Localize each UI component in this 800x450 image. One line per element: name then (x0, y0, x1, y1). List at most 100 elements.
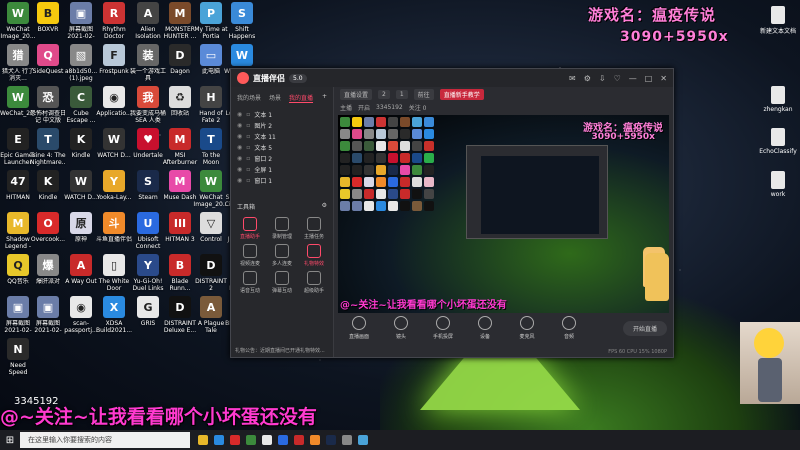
tool-button[interactable]: 超级助手 (299, 271, 329, 294)
desktop-icon[interactable]: ◉ scan-passportj... (63, 296, 99, 334)
desktop-icon[interactable]: Y Yu-Gi-Oh! Duel Links (130, 254, 166, 292)
taskbar-app-icon[interactable] (310, 435, 320, 445)
bottom-tool-button[interactable]: 设备 (466, 316, 504, 340)
desktop-icon[interactable]: ◉ Applicatio... (96, 86, 132, 117)
taskbar-app-icon[interactable] (262, 435, 272, 445)
desktop-icon[interactable]: A Alien Isolation (130, 2, 166, 40)
tool-button[interactable]: 弹幕互动 (267, 271, 297, 294)
desktop-icon[interactable]: ▯ The White Door (96, 254, 132, 292)
desktop-icon[interactable]: B BOXVR (30, 2, 66, 33)
desktop-icon[interactable]: 我我要变成马桶 SEA 人类 (130, 86, 166, 124)
window-control-icon[interactable]: ♡ (614, 74, 621, 83)
window-control-icon[interactable]: □ (645, 74, 653, 83)
desktop-icon[interactable]: C Cube Escape ... (63, 86, 99, 124)
lock-icon[interactable]: ▫ (246, 133, 250, 140)
scene-tab[interactable]: 我的场景 (237, 93, 261, 103)
stream-preview[interactable]: 游戏名：瘟疫传说 3090+5950x @~关注~让我看看哪个小坏蛋还没有 (338, 115, 669, 313)
lock-icon[interactable]: ▫ (246, 166, 250, 173)
scene-item[interactable]: ◉ ▫ 窗口 1 (231, 175, 333, 186)
lock-icon[interactable]: ▫ (246, 155, 250, 162)
desktop-icon[interactable]: G GRIS (130, 296, 166, 327)
desktop-icon[interactable]: ▣ 屏幕截图 2021-02-1... (63, 2, 99, 40)
desktop-icon[interactable]: ▧ a8b1d50...(1).jpeg (63, 44, 99, 82)
eye-icon[interactable]: ◉ (237, 111, 242, 118)
top-bar-item[interactable]: 直播新手教学 (439, 88, 484, 100)
desktop-icon[interactable]: ▣ 屏幕截图 2021-02-1... (30, 296, 66, 334)
taskbar-app-icon[interactable] (214, 435, 224, 445)
go-live-button[interactable]: 开始直播 (622, 320, 667, 336)
desktop-icon[interactable]: work (758, 171, 798, 198)
desktop-icon[interactable]: A A Way Out (63, 254, 99, 285)
bottom-tool-button[interactable]: 镜头 (382, 316, 420, 340)
bottom-tool-button[interactable]: 麦克风 (508, 316, 546, 340)
desktop-icon[interactable]: W WATCH D... (63, 170, 99, 201)
window-control-icon[interactable]: ⚙ (584, 74, 591, 83)
eye-icon[interactable]: ◉ (237, 122, 242, 129)
desktop-icon[interactable]: Q SideQuest (30, 44, 66, 75)
scene-item[interactable]: ◉ ▫ 窗口 2 (231, 153, 333, 164)
add-scene-button[interactable]: + (322, 93, 327, 103)
scene-item[interactable]: ◉ ▫ 文本 11 (231, 131, 333, 142)
tool-button[interactable]: 语音互动 (235, 271, 265, 294)
taskbar-app-icon[interactable] (342, 435, 352, 445)
window-control-icon[interactable]: ✉ (569, 74, 576, 83)
scene-tab[interactable]: 我的直播 (289, 93, 314, 103)
taskbar-app-icon[interactable] (294, 435, 304, 445)
desktop-icon[interactable]: 恐恐怖村调查日记 中文版 (30, 86, 66, 124)
taskbar-app-icon[interactable] (230, 435, 240, 445)
desktop-icon[interactable]: ♥ Undertale (130, 128, 166, 159)
desktop-icon[interactable]: K Kindle (63, 128, 99, 159)
taskbar-app-icon[interactable] (278, 435, 288, 445)
top-bar-item[interactable]: 直播设置 (340, 88, 373, 100)
eye-icon[interactable]: ◉ (237, 177, 242, 184)
desktop-icon[interactable]: S Steam (130, 170, 166, 201)
top-bar-item[interactable]: 2 (378, 89, 390, 99)
window-control-icon[interactable]: — (629, 74, 637, 83)
taskbar-app-icon[interactable] (246, 435, 256, 445)
scene-item[interactable]: ◉ ▫ 文本 1 (231, 109, 333, 120)
eye-icon[interactable]: ◉ (237, 155, 242, 162)
desktop-icon[interactable]: N Need Speed (0, 338, 36, 376)
desktop-icon[interactable]: 装装一个游戏工具 (130, 44, 166, 82)
tool-button[interactable]: 录制管理 (267, 217, 297, 240)
taskbar-search-input[interactable]: 在这里输入你要搜索的内容 (20, 432, 190, 448)
app-titlebar[interactable]: 直播伴侣 5.0 ✉ ⚙ ⇩ ♡ — □ ✕ (231, 69, 673, 87)
desktop-icon[interactable]: U Ubisoft Connect (130, 212, 166, 250)
desktop-icon[interactable]: R Rhythm Doctor (96, 2, 132, 40)
desktop-icon[interactable]: X XDSA Build2021... (96, 296, 132, 334)
toolbox-settings-icon[interactable]: ⚙ (322, 202, 327, 211)
desktop-icon[interactable]: K Kindle (30, 170, 66, 201)
eye-icon[interactable]: ◉ (237, 144, 242, 151)
desktop-icon[interactable]: O Overcook... (30, 212, 66, 243)
scene-tab[interactable]: 场景 (269, 93, 281, 103)
desktop-icon[interactable]: S Shift Happens (224, 2, 260, 40)
eye-icon[interactable]: ◉ (237, 166, 242, 173)
desktop-icon[interactable]: 爆爆肝派对 (30, 254, 66, 285)
bottom-tool-button[interactable]: 手机投屏 (424, 316, 462, 340)
desktop-icon[interactable]: EchoClassify (758, 128, 798, 155)
desktop-icon[interactable]: 斗斗鱼直播伴侣 (96, 212, 132, 243)
scene-item[interactable]: ◉ ▫ 全屏 1 (231, 164, 333, 175)
desktop-icon[interactable]: Y Yooka-Lay... (96, 170, 132, 201)
tool-button[interactable]: 礼物特效 (299, 244, 329, 267)
scene-item[interactable]: ◉ ▫ 文本 5 (231, 142, 333, 153)
lock-icon[interactable]: ▫ (246, 144, 250, 151)
desktop-icon[interactable]: W WATCH D... (96, 128, 132, 159)
desktop-icon[interactable]: 新建文本文档 (758, 6, 798, 35)
desktop-icon[interactable]: zhengkan (758, 86, 798, 113)
tool-button[interactable]: 主播任务 (299, 217, 329, 240)
taskbar-app-icon[interactable] (198, 435, 208, 445)
desktop-icon[interactable]: F Frostpunk (96, 44, 132, 75)
desktop-icon[interactable]: 原原神 (63, 212, 99, 243)
desktop-icon[interactable]: T Trine 4: The Nightmare... (30, 128, 66, 166)
bottom-tool-button[interactable]: 音频 (550, 316, 588, 340)
window-control-icon[interactable]: ⇩ (599, 74, 606, 83)
scene-item[interactable]: ◉ ▫ 图片 2 (231, 120, 333, 131)
bottom-tool-button[interactable]: 直播画面 (340, 316, 378, 340)
eye-icon[interactable]: ◉ (237, 133, 242, 140)
tool-button[interactable]: 多人连麦 (267, 244, 297, 267)
lock-icon[interactable]: ▫ (246, 177, 250, 184)
taskbar-app-icon[interactable] (358, 435, 368, 445)
lock-icon[interactable]: ▫ (246, 122, 250, 129)
taskbar-app-icon[interactable] (326, 435, 336, 445)
